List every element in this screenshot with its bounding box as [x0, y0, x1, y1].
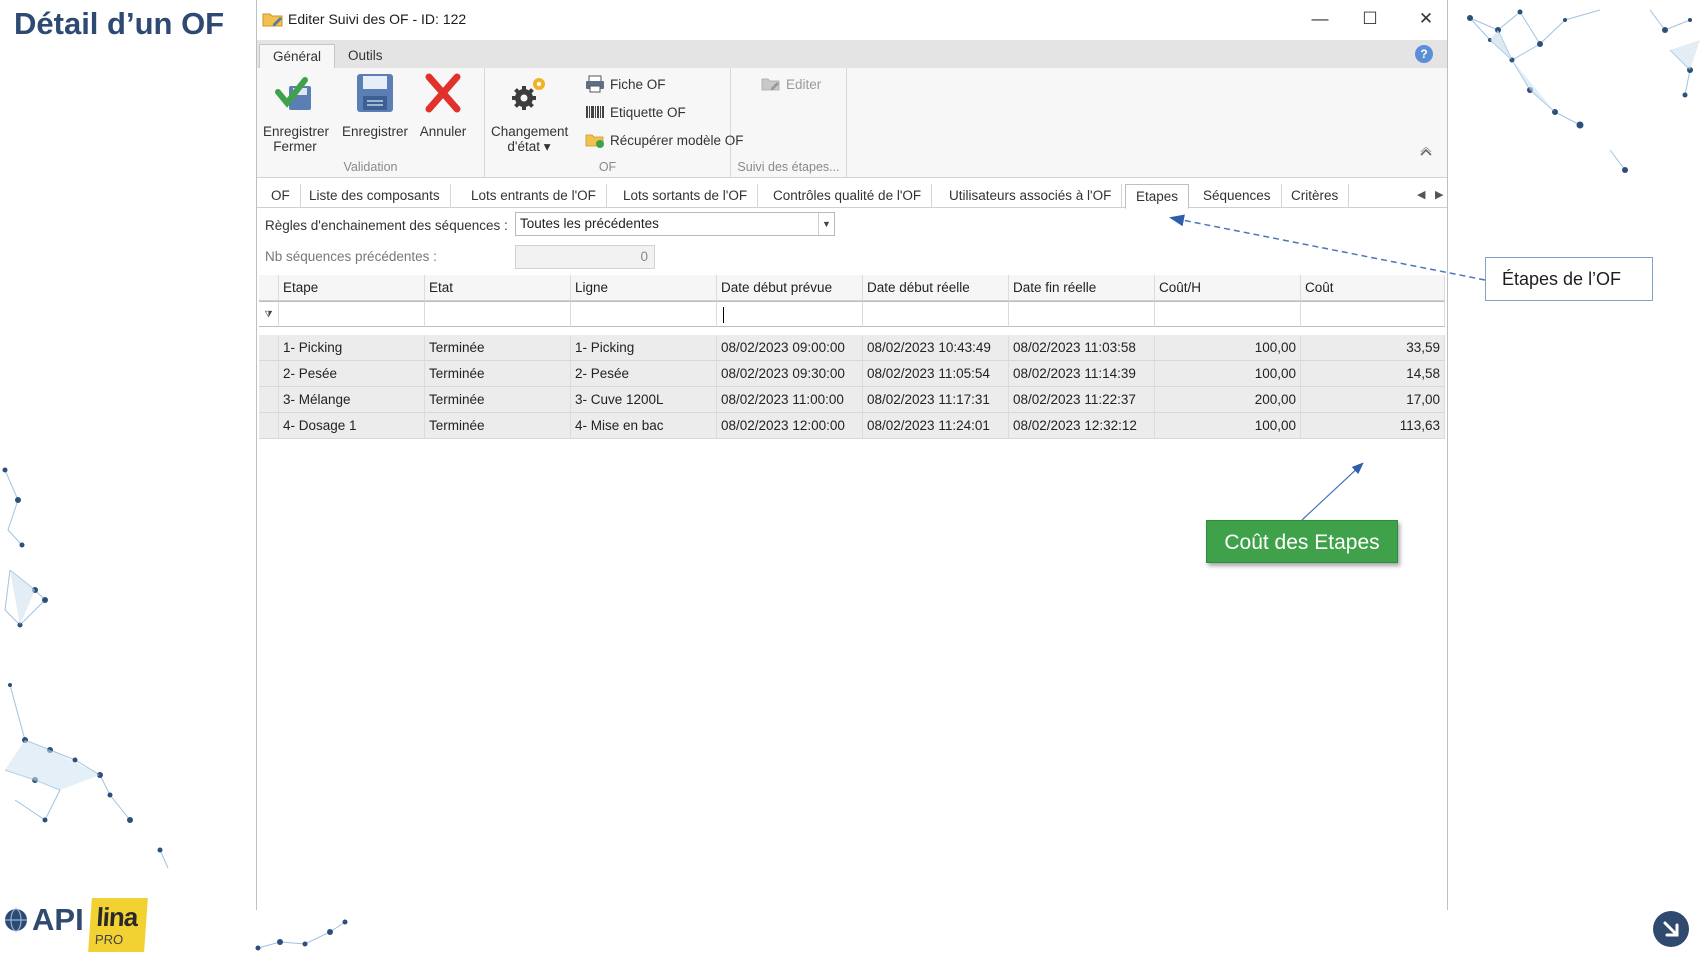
callout-etapes: Étapes de l’OF	[1485, 257, 1653, 301]
arrow-to-etapes-tab	[1169, 214, 1486, 281]
slide-canvas: Détail d’un OF Editer Suivi des OF - ID:…	[0, 0, 1700, 956]
globe-icon	[5, 908, 27, 932]
lina-logo-sub: PRO	[94, 932, 124, 947]
lina-pro-logo: lina PRO	[88, 898, 148, 952]
api-logo-text: API	[32, 902, 84, 937]
lina-logo-text: lina	[95, 902, 139, 932]
callout-cout-etapes: Coût des Etapes	[1206, 520, 1398, 563]
arrow-to-cout-column	[1301, 462, 1364, 521]
arrow-down-right-icon	[1663, 921, 1679, 937]
annotation-arrows	[1169, 214, 1486, 521]
api-logo: API	[4, 898, 84, 952]
next-slide-button[interactable]	[1653, 911, 1689, 947]
